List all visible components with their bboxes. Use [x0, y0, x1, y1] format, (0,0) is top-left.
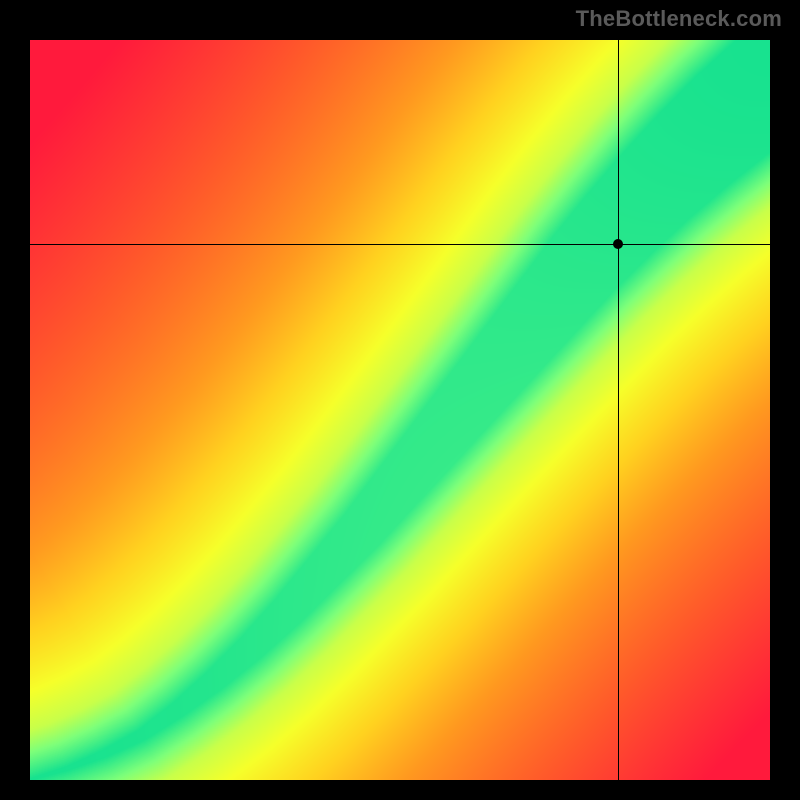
heatmap-canvas [30, 40, 770, 780]
heatmap-plot [30, 40, 770, 780]
watermark-text: TheBottleneck.com [576, 6, 782, 32]
app-frame: TheBottleneck.com [0, 0, 800, 800]
